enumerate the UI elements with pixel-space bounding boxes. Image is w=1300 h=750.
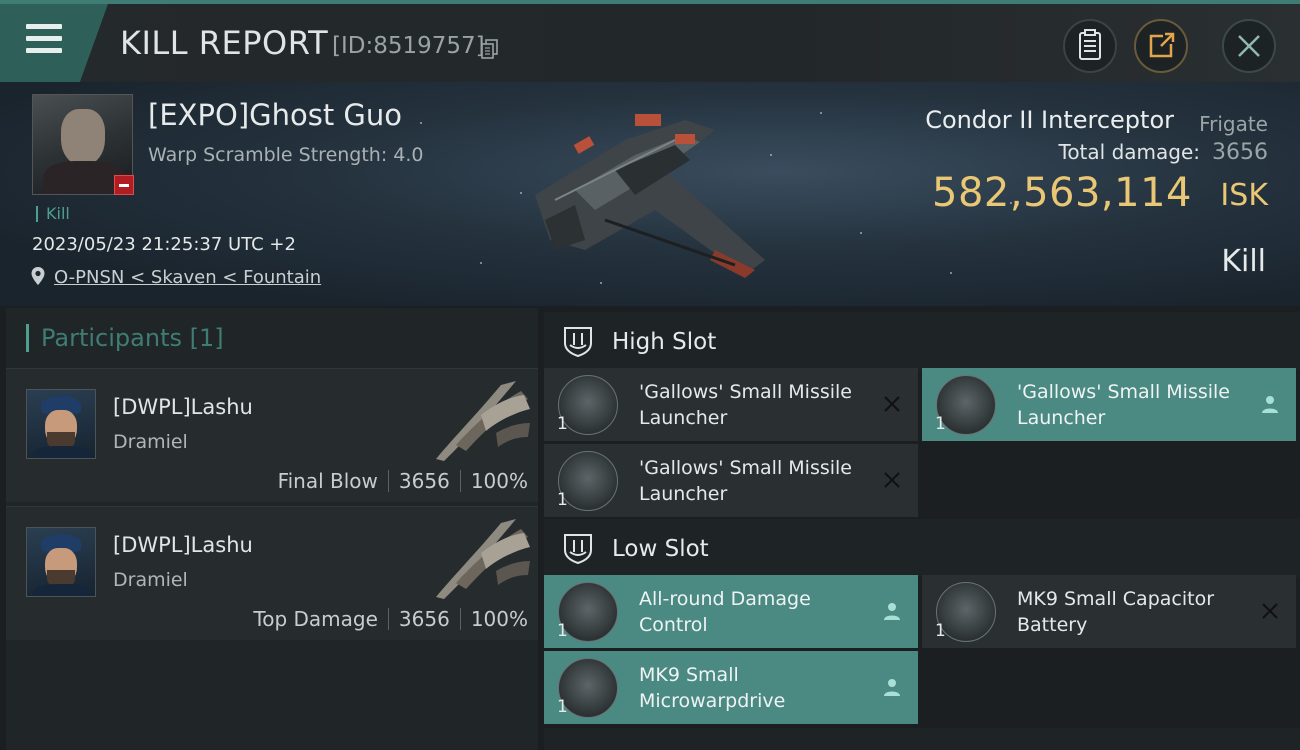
participant-name[interactable]: [DWPL]Lashu xyxy=(113,533,253,557)
close-icon xyxy=(1238,35,1260,57)
title-bar: KILL REPORT [ID:8519757] xyxy=(0,0,1300,82)
kill-datetime: 2023/05/23 21:25:37 UTC +2 xyxy=(32,234,296,255)
low-slot-header: Low Slot xyxy=(544,519,1300,577)
copy-icon[interactable] xyxy=(481,39,499,59)
menu-button[interactable] xyxy=(0,4,108,82)
location-pin-icon xyxy=(31,267,45,285)
module-item[interactable]: 1 'Gallows' Small Missile Launcher xyxy=(922,368,1296,441)
module-quantity: 1 xyxy=(557,697,568,717)
share-button[interactable] xyxy=(1134,19,1188,73)
divider xyxy=(387,608,389,630)
total-damage-label: Total damage: xyxy=(1058,140,1201,164)
participant-stats: Final Blow 3656 100% xyxy=(278,469,528,493)
share-icon xyxy=(1149,32,1175,58)
fitting-panel: High Slot 1 'Gallows' Small Missile Laun… xyxy=(544,308,1300,750)
divider xyxy=(387,470,389,492)
participant-percent: 100% xyxy=(470,607,528,631)
dropped-person-icon xyxy=(884,679,900,696)
clipboard-icon xyxy=(1079,29,1101,60)
next-slot-header-partial xyxy=(544,728,1300,750)
participant-stats: Top Damage 3656 100% xyxy=(253,607,528,631)
victim-ship-name[interactable]: Condor II Interceptor xyxy=(925,106,1174,134)
module-name: 'Gallows' Small Missile Launcher xyxy=(1017,381,1230,429)
destroyed-icon xyxy=(884,396,900,412)
avatar[interactable] xyxy=(26,527,96,597)
module-quantity: 1 xyxy=(935,621,946,641)
module-quantity: 1 xyxy=(935,414,946,434)
module-quantity: 1 xyxy=(557,414,568,434)
participant-damage: 3656 xyxy=(398,469,450,493)
kill-result: Kill xyxy=(1221,244,1266,279)
low-slot-icon xyxy=(564,534,592,564)
total-damage-value: 3656 xyxy=(1212,140,1268,165)
module-quantity: 1 xyxy=(557,621,568,641)
participants-header: Participants [1] xyxy=(26,324,224,352)
participants-panel: Participants [1] [DWPL]Lashu Dramiel Fin… xyxy=(6,308,538,750)
kill-location-link[interactable]: O-PNSN < Skaven < Fountain xyxy=(54,267,321,288)
module-name: All-round Damage Control xyxy=(639,588,811,636)
module-item[interactable]: 1 'Gallows' Small Missile Launcher xyxy=(544,368,918,441)
close-button[interactable] xyxy=(1222,19,1276,73)
module-name: MK9 Small Capacitor Battery xyxy=(1017,588,1215,636)
module-name: 'Gallows' Small Missile Launcher xyxy=(639,457,852,505)
high-slot-icon xyxy=(564,327,592,357)
participant-card[interactable]: [DWPL]Lashu Dramiel Final Blow 3656 100% xyxy=(6,368,538,502)
isk-unit: ISK xyxy=(1220,178,1268,213)
hamburger-icon xyxy=(26,24,62,56)
module-item[interactable]: 1 All-round Damage Control xyxy=(544,575,918,648)
victim-ship-class: Frigate xyxy=(1199,112,1268,136)
dropped-person-icon xyxy=(884,603,900,620)
page-title: KILL REPORT xyxy=(120,24,329,62)
high-slot-title: High Slot xyxy=(612,329,717,355)
isk-value: 582,563,114 xyxy=(932,170,1192,216)
victim-name[interactable]: [EXPO]Ghost Guo xyxy=(148,98,402,132)
participant-percent: 100% xyxy=(470,469,528,493)
module-item[interactable]: 1 MK9 Small Microwarpdrive xyxy=(544,651,918,724)
participant-ship: Dramiel xyxy=(113,569,188,591)
module-name: MK9 Small Microwarpdrive xyxy=(639,664,786,712)
destroyed-icon xyxy=(884,472,900,488)
victim-banner: [EXPO]Ghost Guo Warp Scramble Strength: … xyxy=(0,82,1300,306)
warp-scramble-strength: Warp Scramble Strength: 4.0 xyxy=(148,144,424,166)
participant-name[interactable]: [DWPL]Lashu xyxy=(113,395,253,419)
participant-role: Top Damage xyxy=(253,607,378,631)
module-item[interactable]: 1 'Gallows' Small Missile Launcher xyxy=(544,444,918,517)
module-item[interactable]: 1 MK9 Small Capacitor Battery xyxy=(922,575,1296,648)
participant-damage: 3656 xyxy=(398,607,450,631)
dropped-person-icon xyxy=(1262,396,1278,413)
participant-card[interactable]: [DWPL]Lashu Dramiel Top Damage 3656 100% xyxy=(6,506,538,640)
participant-ship-image xyxy=(436,381,530,461)
participant-role: Final Blow xyxy=(277,469,378,493)
low-slot-title: Low Slot xyxy=(612,536,709,562)
participant-ship-image xyxy=(436,519,530,599)
avatar[interactable] xyxy=(26,389,96,459)
high-slot-header: High Slot xyxy=(544,312,1300,370)
kill-tag: Kill xyxy=(36,206,70,222)
kill-report-id: [ID:8519757] xyxy=(332,33,485,59)
divider xyxy=(459,470,461,492)
participant-ship: Dramiel xyxy=(113,431,188,453)
report-button[interactable] xyxy=(1063,19,1117,73)
module-quantity: 1 xyxy=(557,490,568,510)
divider xyxy=(459,608,461,630)
corp-badge-icon xyxy=(114,175,134,195)
module-name: 'Gallows' Small Missile Launcher xyxy=(639,381,852,429)
destroyed-icon xyxy=(1262,603,1278,619)
victim-ship-image xyxy=(535,114,765,278)
